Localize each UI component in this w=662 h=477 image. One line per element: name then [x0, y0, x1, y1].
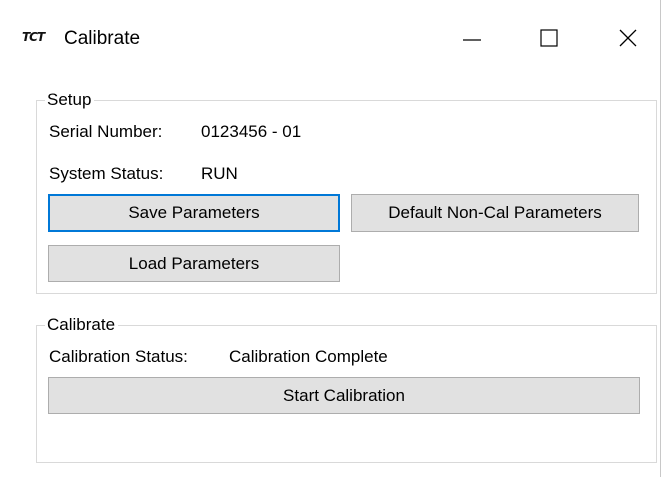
calibrate-window: TCT Calibrate Setup Serial Number: 01234…	[0, 0, 661, 477]
maximize-button[interactable]	[519, 10, 579, 66]
minimize-button[interactable]	[442, 10, 502, 66]
setup-group-label: Setup	[45, 89, 95, 111]
close-icon	[619, 29, 637, 47]
calibration-status-value: Calibration Complete	[229, 347, 388, 366]
window-title: Calibrate	[64, 28, 141, 49]
title-bar[interactable]: TCT Calibrate	[0, 0, 660, 78]
start-calibration-button[interactable]: Start Calibration	[48, 377, 640, 414]
maximize-icon	[540, 29, 558, 47]
serial-number-label: Serial Number:	[49, 122, 163, 141]
setup-groupbox: Setup Serial Number: 0123456 - 01 System…	[36, 89, 657, 294]
system-status-label: System Status:	[49, 164, 164, 183]
calibration-status-label: Calibration Status:	[49, 347, 188, 366]
calibrate-group-label: Calibrate	[45, 314, 119, 336]
app-logo-icon: TCT	[22, 30, 45, 44]
save-parameters-button[interactable]: Save Parameters	[48, 194, 340, 232]
minimize-icon	[463, 39, 481, 41]
system-status-value: RUN	[201, 164, 238, 183]
load-parameters-button[interactable]: Load Parameters	[48, 245, 340, 282]
default-non-cal-parameters-button[interactable]: Default Non-Cal Parameters	[351, 194, 639, 232]
close-button[interactable]	[598, 10, 658, 66]
serial-number-value: 0123456 - 01	[201, 122, 302, 141]
calibrate-groupbox: Calibrate Calibration Status: Calibratio…	[36, 314, 657, 463]
